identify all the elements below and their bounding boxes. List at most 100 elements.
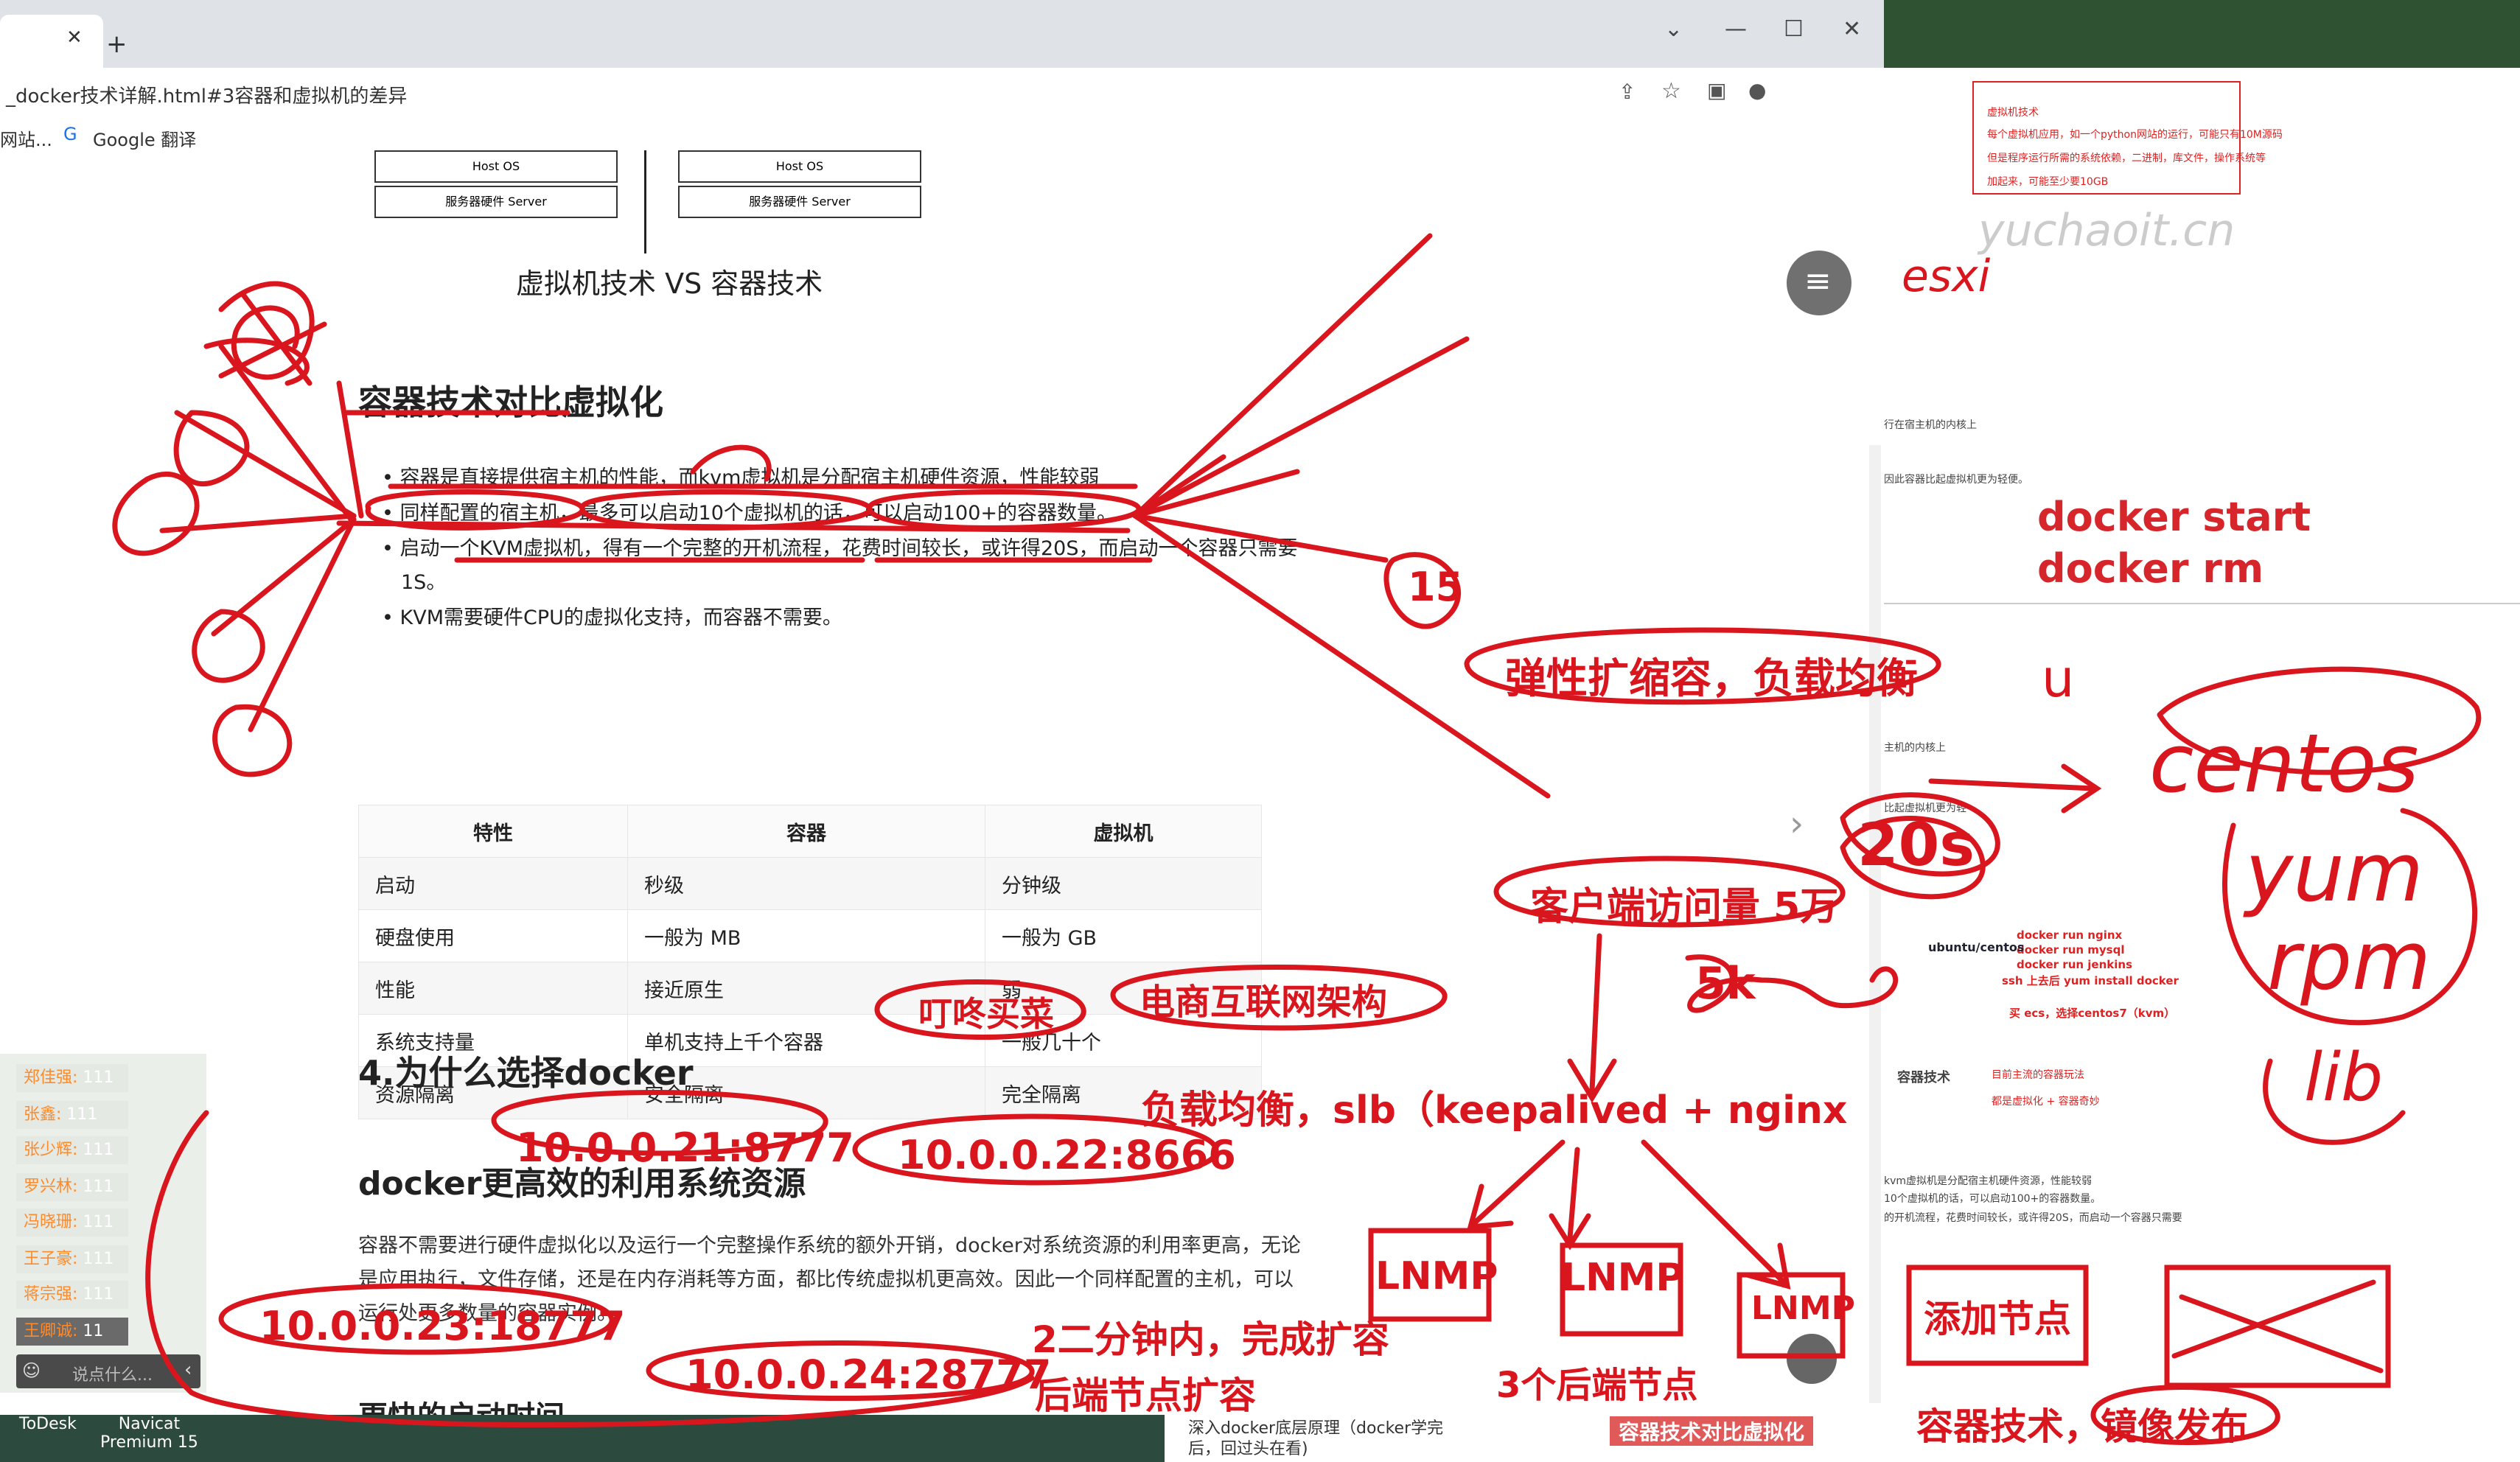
chat-message: 王子豪: 111 <box>16 1245 128 1273</box>
bullet-text: 同样配置的宿主机，最多可以启动10个虚拟机的话，可以启动100+的容器数量。 <box>399 502 1117 525</box>
bookmark-star-icon[interactable]: ☆ <box>1661 78 1681 104</box>
bullet-2: • 同样配置的宿主机，最多可以启动10个虚拟机的话，可以启动100+的容器数量。 <box>382 502 1117 525</box>
bottom-red-tag: 容器技术对比虚拟化 <box>1610 1416 1814 1446</box>
doc-snippet: kvm虚拟机是分配宿主机硬件资源，性能较弱 <box>1884 1175 2093 1187</box>
diagram-server-left: 服务器硬件 Server <box>374 186 618 218</box>
scroll-top-button[interactable] <box>1787 1334 1837 1384</box>
annotation-elastic: 弹性扩缩容，负载均衡 <box>1505 655 1918 703</box>
table-cell: 一般为 MB <box>627 909 985 962</box>
docker-rm-text: docker rm <box>2037 545 2264 592</box>
bullet-text: 启动一个KVM虚拟机，得有一个完整的开机流程，花费时间较长，或许得20S，而启动… <box>399 537 1298 560</box>
mini-text: docker run jenkins <box>2017 958 2132 971</box>
figure-caption: 虚拟机技术 VS 容器技术 <box>516 267 823 300</box>
docker-start-text: docker start <box>2037 494 2311 540</box>
chat-text: 111 <box>83 1068 114 1087</box>
sidebar-icon[interactable]: ▣ <box>1707 78 1726 102</box>
note-text: 每个虚拟机应用，如一个python网站的运行，可能只有10M源码 <box>1987 129 2283 141</box>
table-cell: 一般为 GB <box>985 909 1262 962</box>
doc-snippet: 10个虚拟机的话，可以启动100+的容器数量。 <box>1884 1193 2101 1205</box>
annotation-loadbalance: 负载均衡，slb（keepalived + nginx <box>1141 1088 1848 1133</box>
chat-message: 冯晓珊: 111 <box>16 1209 128 1237</box>
tab-close-icon[interactable]: ✕ <box>66 27 83 49</box>
new-tab-button[interactable]: + <box>106 29 128 59</box>
bullet-4: • KVM需要硬件CPU的虚拟化支持，而容器不需要。 <box>382 606 842 629</box>
doc-snippet: 主机的内核上 <box>1884 742 1946 754</box>
chat-input[interactable]: ☺ 说点什么... ‹ <box>16 1354 200 1388</box>
bookmark-google-translate[interactable]: Google 翻译 <box>93 125 196 151</box>
right-top-panel: yuchaoit.cn 虚拟机技术 每个虚拟机应用，如一个python网站的运行… <box>1884 0 2520 648</box>
toc-menu-button[interactable]: ≡ <box>1787 251 1851 315</box>
share-icon[interactable]: ⇪ <box>1619 80 1636 104</box>
chat-user: 王子豪: <box>24 1250 78 1268</box>
yum-handwriting: yum <box>2245 825 2423 920</box>
menu-icon: ≡ <box>1804 262 1832 300</box>
minimize-button[interactable]: — <box>1725 16 1747 42</box>
mini-text: docker run nginx <box>2017 928 2123 942</box>
chat-user: 张鑫: <box>24 1105 62 1124</box>
diagram-host-os-right: Host OS <box>678 150 921 183</box>
profile-icon[interactable]: ● <box>1748 78 1766 102</box>
table-cell: 分钟级 <box>985 857 1262 910</box>
table-row: 硬盘使用 一般为 MB 一般为 GB <box>358 909 1262 962</box>
table-header-row: 特性 容器 虚拟机 <box>358 805 1262 858</box>
annotation-15: 15 <box>1408 564 1464 610</box>
maximize-button[interactable]: ☐ <box>1784 16 1804 42</box>
bullet-1: • 容器是直接提供宿主机的性能，而kvm虚拟机是分配宿主机硬件资源，性能较弱 <box>382 466 1100 489</box>
emoji-icon[interactable]: ☺ <box>22 1360 41 1381</box>
annotation-add-node: 添加节点 <box>1924 1298 2071 1340</box>
chat-user: 郑佳强: <box>24 1068 78 1087</box>
annotation-5k: 5k <box>1695 958 1756 1010</box>
close-window-button[interactable]: ✕ <box>1843 16 1861 42</box>
table-header: 特性 <box>358 805 628 858</box>
annotation-3-nodes: 3个后端节点 <box>1496 1365 1698 1406</box>
bookmarks-bar: 网站... G Google 翻译 <box>0 121 1884 150</box>
section-title: 容器技术对比虚拟化 <box>358 382 663 422</box>
table-row: 启动 秒级 分钟级 <box>358 857 1262 910</box>
active-tab[interactable]: ✕ <box>0 15 103 68</box>
bullet-text: 容器是直接提供宿主机的性能，而kvm虚拟机是分配宿主机硬件资源，性能较弱 <box>399 466 1100 489</box>
tab-search-icon[interactable]: ⌄ <box>1664 16 1683 42</box>
collapse-icon[interactable]: ‹ <box>184 1359 192 1381</box>
centos-handwriting: centos <box>2149 716 2419 811</box>
mini-text: 容器技术 <box>1897 1070 1950 1085</box>
chat-text: 11 <box>83 1322 104 1340</box>
next-arrow-icon[interactable]: › <box>1790 803 1804 844</box>
tab-bar: ✕ + ⌄ — ☐ ✕ <box>0 0 1884 68</box>
table-row: 性能 接近原生弱 <box>358 962 1262 1015</box>
annotation-lnmp-2: LNMP <box>1561 1256 1684 1300</box>
mini-text: docker run mysql <box>2017 943 2125 956</box>
todesk-app[interactable]: ToDesk <box>19 1415 77 1433</box>
mini-text: ubuntu/centos <box>1928 940 2025 954</box>
note-text: 加起来，可能至少要10GB <box>1987 176 2109 188</box>
bullet-3: • 启动一个KVM虚拟机，得有一个完整的开机流程，花费时间较长，或许得20S，而… <box>382 537 1298 560</box>
watermark: yuchaoit.cn <box>1978 205 2235 256</box>
mini-text: ssh 上去后 yum install docker <box>2002 974 2179 987</box>
annotation-ip-22: 10.0.0.22:8666 <box>898 1132 1236 1178</box>
doc-snippet: 的开机流程，花费时间较长，或许得20S，而启动一个容器只需要 <box>1884 1212 2182 1224</box>
address-bar[interactable]: _docker技术详解.html#3容器和虚拟机的差异 <box>6 81 407 108</box>
annotation-clients: 客户端访问量 5万 <box>1530 885 1839 929</box>
navicat-label: Navicat <box>118 1415 181 1433</box>
note-text: 虚拟机技术 <box>1987 107 2039 119</box>
bullet-text: KVM需要硬件CPU的虚拟化支持，而容器不需要。 <box>399 606 842 629</box>
chat-message: 罗兴林: 111 <box>16 1173 128 1201</box>
annotation-lnmp-3: LNMP <box>1751 1290 1855 1327</box>
chat-user: 蒋宗强: <box>24 1285 78 1304</box>
server-label: 服务器硬件 Server <box>749 195 851 209</box>
chat-text: 111 <box>83 1141 114 1159</box>
host-os-label: Host OS <box>775 159 824 173</box>
navicat-app[interactable]: Navicat Premium 15 <box>100 1415 198 1452</box>
host-os-label: Host OS <box>472 159 520 173</box>
rpm-handwriting: rpm <box>2267 914 2432 1008</box>
chat-text: 111 <box>83 1213 114 1231</box>
chat-panel: 郑佳强: 111 张鑫: 111 张少辉: 111 罗兴林: 111 冯晓珊: … <box>0 1054 206 1393</box>
bullet-3-cont: 1S。 <box>401 571 447 594</box>
table-header: 容器 <box>627 805 985 858</box>
note-text: 但是程序运行所需的系统依赖，二进制，库文件，操作系统等 <box>1987 153 2266 164</box>
scrollbar[interactable] <box>1869 445 1881 1403</box>
chat-message: 王卿诚: 11 <box>16 1318 128 1346</box>
table-cell: 性能 <box>358 962 628 1015</box>
doc-snippet: 行在宿主机的内核上 <box>1884 419 1977 431</box>
taskbar: ToDesk Navicat Premium 15 <box>0 1415 1165 1462</box>
bookmark-sites[interactable]: 网站... <box>0 125 52 151</box>
